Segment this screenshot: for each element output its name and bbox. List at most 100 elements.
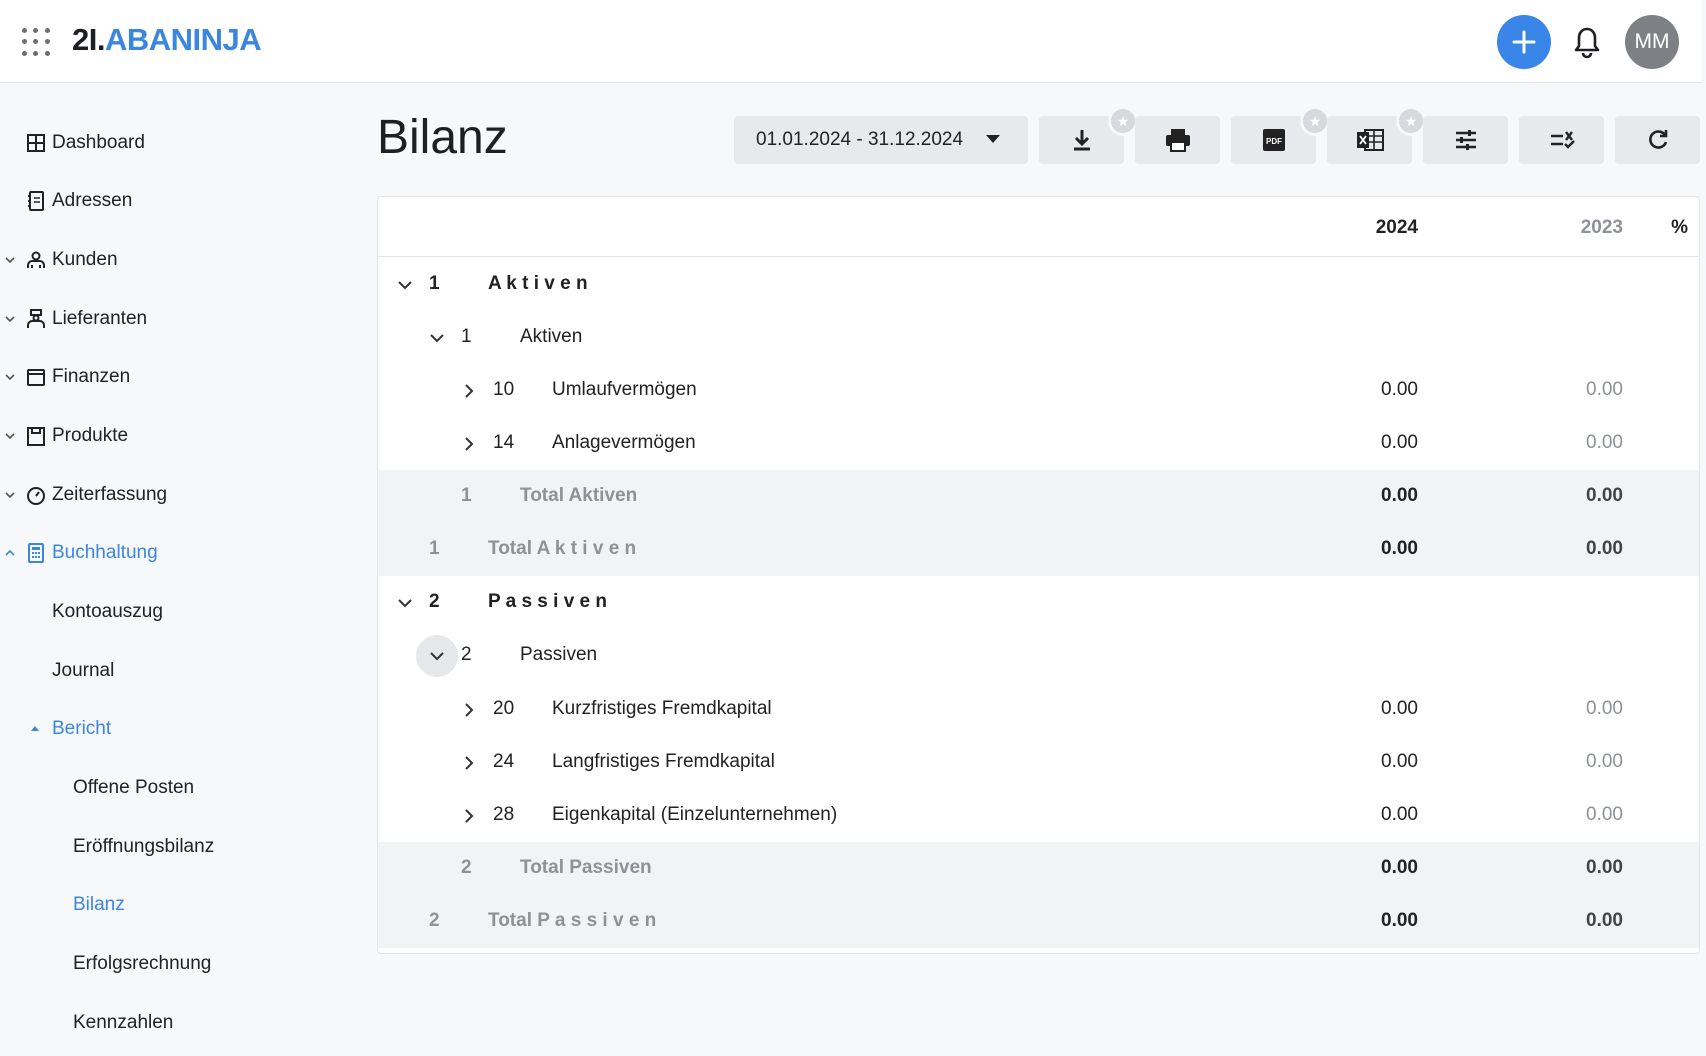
value-2023: 0.00 [1586,751,1623,772]
chevron-down-icon[interactable] [387,267,423,303]
row-number: 1 [461,485,472,506]
chevron-up-icon [5,549,15,556]
value-2024: 0.00 [1381,698,1418,719]
favorite-star-icon[interactable]: ★ [1108,106,1138,136]
avatar[interactable]: MM [1625,15,1679,69]
chevron-down-icon[interactable] [416,635,458,677]
row-number: 24 [493,751,515,772]
chevron-right-icon[interactable] [451,373,487,409]
sidebar-item-zeiterfassung[interactable]: Zeiterfassung [0,475,330,515]
sidebar-item-label: Kontoauszug [52,601,163,622]
value-2024: 0.00 [1381,857,1418,878]
table-row[interactable]: 20 Kurzfristiges Fremdkapital 0.00 0.00 [378,683,1699,736]
value-2024: 0.00 [1381,751,1418,772]
favorite-star-icon[interactable]: ★ [1396,106,1426,136]
value-2023: 0.00 [1586,485,1623,506]
sidebar-item-adressen[interactable]: Adressen [0,181,330,221]
sidebar-item-lieferanten[interactable]: Lieferanten [0,299,330,339]
sidebar-item-finanzen[interactable]: Finanzen [0,357,330,397]
value-2024: 0.00 [1381,379,1418,400]
row-number: 10 [493,379,515,400]
sidebar-item-label: Dashboard [52,132,145,153]
table-row-subgroup[interactable]: 2 Passiven [378,629,1699,682]
chevron-right-icon[interactable] [451,745,487,781]
download-button[interactable]: ★ [1039,106,1138,164]
app-grid-icon[interactable] [22,28,50,56]
collapse-toggle-button[interactable] [1519,116,1604,164]
page-title: Bilanz [377,111,508,164]
sliders-icon [1455,130,1476,150]
print-icon [1165,129,1190,152]
sidebar-item-erfolgsrechnung[interactable]: Erfolgsrechnung [0,944,330,984]
sidebar-item-buchhaltung[interactable]: Buchhaltung [0,533,330,573]
column-header-2024[interactable]: 2024 [1298,217,1418,239]
sidebar-item-kunden[interactable]: Kunden [0,240,330,280]
refresh-button[interactable] [1615,116,1700,164]
customers-icon [27,251,45,268]
table-row[interactable]: 10 Umlaufvermögen 0.00 0.00 [378,364,1699,417]
row-label: Kurzfristiges Fremdkapital [552,698,772,719]
sidebar-item-label: Zeiterfassung [52,484,168,505]
table-row-subgroup[interactable]: 1 Aktiven [378,311,1699,364]
sidebar-item-label: Produkte [52,425,129,446]
chevron-right-icon[interactable] [451,426,487,462]
print-button[interactable] [1135,116,1220,164]
sidebar-item-journal[interactable]: Journal [0,651,330,691]
table-row-group[interactable]: 2 P a s s i v e n [378,576,1699,629]
sidebar-item-dashboard[interactable]: Dashboard [0,123,330,163]
sidebar-item-label: Adressen [52,190,133,211]
row-label-name: A k t i v e n [536,538,637,559]
calculator-icon [28,543,44,563]
value-2023: 0.00 [1586,910,1623,931]
sidebar-item-produkte[interactable]: Produkte [0,416,330,456]
logo-number: 2 [72,22,89,57]
table-row-total: 2 Total Passiven 0.00 0.00 [378,842,1699,895]
row-label: A k t i v e n [488,273,588,294]
sidebar-item-offene-posten[interactable]: Offene Posten [0,768,330,808]
row-label-name: P a s s i v e n [537,910,657,931]
sidebar-item-label: Buchhaltung [52,542,158,563]
chevron-down-icon[interactable] [387,585,423,621]
excel-export-button[interactable]: ★ [1327,106,1426,164]
chevron-right-icon[interactable] [451,798,487,834]
value-2023: 0.00 [1586,379,1623,400]
row-number: 1 [429,273,440,294]
sidebar-item-bilanz[interactable]: Bilanz [0,885,330,925]
rule-check-icon [1550,131,1575,149]
chevron-right-icon[interactable] [451,692,487,728]
logo[interactable]: 2I.ABANINJA [72,22,262,58]
favorite-star-icon[interactable]: ★ [1300,106,1330,136]
chevron-down-icon [5,374,15,381]
table-row-group[interactable]: 1 A k t i v e n [378,258,1699,311]
value-2023: 0.00 [1586,432,1623,453]
date-range-select[interactable]: 01.01.2024 - 31.12.2024 [734,116,1028,164]
value-2024: 0.00 [1381,804,1418,825]
column-header-percent[interactable]: % [1668,217,1688,239]
sidebar-item-eroeffnungsbilanz[interactable]: Eröffnungsbilanz [0,827,330,867]
top-bar: 2I.ABANINJA MM [0,0,1702,83]
timer-icon [27,487,45,505]
bell-icon[interactable] [1572,25,1602,59]
value-2023: 0.00 [1586,804,1623,825]
table-row[interactable]: 28 Eigenkapital (Einzelunternehmen) 0.00… [378,789,1699,842]
pdf-export-button[interactable]: PDF ★ [1231,106,1330,164]
suppliers-icon [27,309,45,328]
column-header-2023[interactable]: 2023 [1503,217,1623,239]
row-label: Umlaufvermögen [552,379,697,400]
table-header: 2024 2023 % [378,197,1699,257]
table-row[interactable]: 24 Langfristiges Fremdkapital 0.00 0.00 [378,736,1699,789]
sidebar-item-label: Kennzahlen [73,1012,174,1033]
create-button[interactable] [1497,15,1551,69]
sidebar-item-label: Eröffnungsbilanz [73,836,215,857]
row-label: Total A k t i v e n [488,538,636,560]
settings-sliders-button[interactable] [1423,116,1508,164]
sidebar-item-label: Journal [52,660,115,681]
value-2024: 0.00 [1381,538,1418,559]
row-number: 1 [429,538,440,559]
sidebar-item-kennzahlen[interactable]: Kennzahlen [0,1003,330,1043]
sidebar-item-kontoauszug[interactable]: Kontoauszug [0,592,330,632]
sidebar-item-bericht[interactable]: Bericht [0,709,330,749]
table-row[interactable]: 14 Anlagevermögen 0.00 0.00 [378,417,1699,470]
chevron-down-icon[interactable] [419,320,455,356]
chevron-down-icon [5,433,15,440]
